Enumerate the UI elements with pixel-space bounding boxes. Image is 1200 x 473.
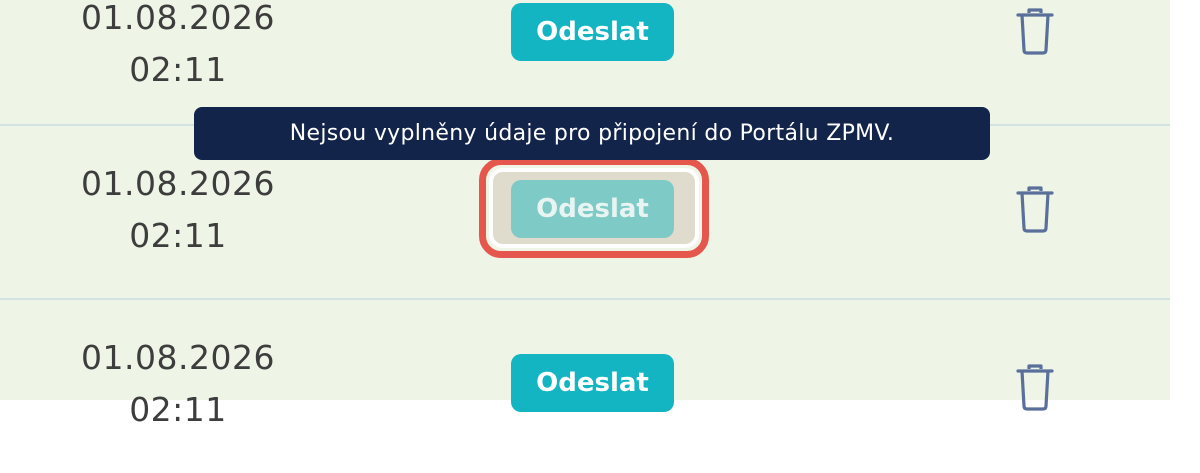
tooltip: Nejsou vyplněny údaje pro připojení do P…: [194, 107, 990, 160]
row-datetime: 01.08.2026 02:11: [68, 332, 288, 436]
trash-icon[interactable]: [1014, 7, 1056, 55]
row-date: 01.08.2026: [81, 164, 275, 203]
trash-icon[interactable]: [1014, 185, 1056, 233]
send-button[interactable]: Odeslat: [511, 3, 674, 61]
row-time: 02:11: [129, 390, 227, 429]
row-time: 02:11: [129, 50, 227, 89]
row-datetime: 01.08.2026 02:11: [68, 158, 288, 262]
focus-highlight: [479, 158, 709, 258]
row-date: 01.08.2026: [81, 338, 275, 377]
row-date: 01.08.2026: [81, 0, 275, 37]
send-button[interactable]: Odeslat: [511, 354, 674, 412]
table-row: 01.08.2026 02:11 Odeslat: [0, 297, 1170, 473]
row-datetime: 01.08.2026 02:11: [68, 0, 288, 96]
trash-icon[interactable]: [1014, 363, 1056, 411]
row-time: 02:11: [129, 216, 227, 255]
